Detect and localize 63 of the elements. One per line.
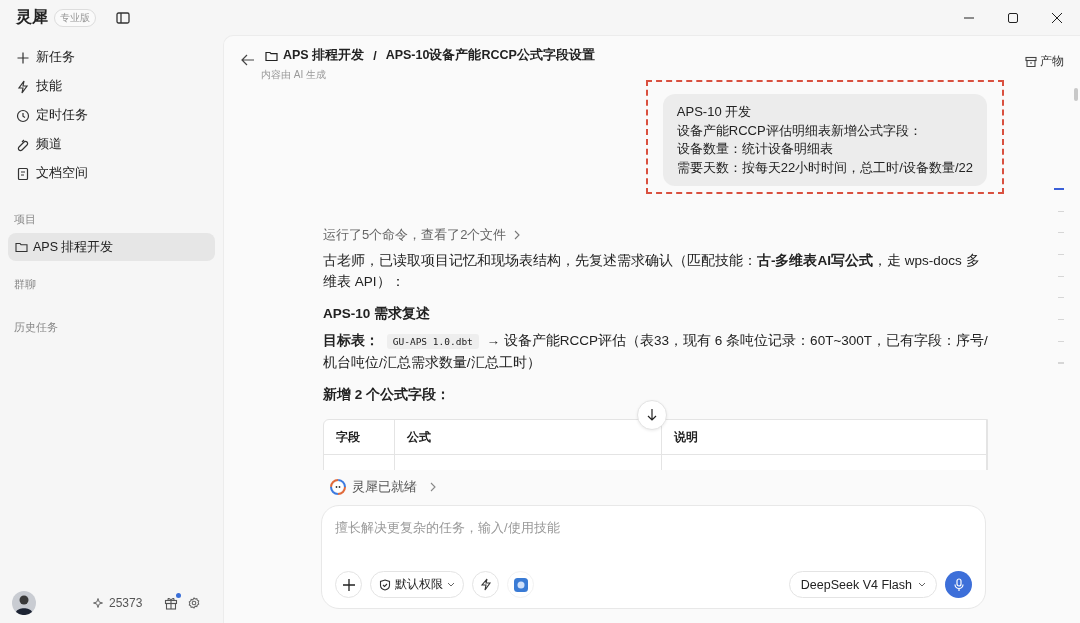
agent-status[interactable]: 灵犀已就绪 (321, 476, 986, 498)
app-button[interactable] (507, 571, 534, 598)
scroll-down-button[interactable] (637, 400, 667, 430)
nav-item[interactable]: 频道 (8, 130, 215, 159)
tool-summary-link[interactable]: 运行了5个命令，查看了2个文件 (323, 226, 988, 244)
nav-item[interactable]: 新任务 (8, 43, 215, 72)
lightning-icon (16, 79, 30, 94)
caret-icon (918, 581, 926, 588)
gift-icon[interactable] (164, 596, 179, 610)
project-item[interactable]: APS 排程开发 (8, 233, 215, 261)
column-header: 说明 (662, 420, 987, 455)
nav-item[interactable]: 文档空间 (8, 159, 215, 188)
skills-button[interactable] (472, 571, 499, 598)
response-paragraph: 古老师，已读取项目记忆和现场表结构，先复述需求确认（匹配技能：古-多维表AI写公式，走 wps-docs 多维表 API）： (323, 252, 981, 291)
scrollbar-thumb[interactable] (1074, 88, 1078, 101)
edition-badge: 专业版 (54, 8, 96, 27)
attach-button[interactable] (335, 571, 362, 598)
message-input[interactable]: 擅长解决更复杂的任务，输入/使用技能 默认权限 DeepSeek V4 Flash (321, 505, 986, 609)
section-label: 群聊 (13, 277, 37, 292)
avatar[interactable] (12, 591, 36, 615)
breadcrumb-separator: / (373, 48, 377, 63)
permission-dropdown[interactable]: 默认权限 (370, 571, 464, 598)
sidebar-toggle-icon[interactable] (116, 11, 130, 24)
lightning-icon (479, 578, 492, 591)
folder-icon (15, 241, 28, 253)
response-heading: APS-10 需求复述 (323, 305, 432, 323)
settings-icon[interactable] (188, 597, 201, 609)
conversation-title: APS-10设备产能RCCP公式字段设置 (385, 47, 595, 64)
back-arrow-icon[interactable] (241, 54, 255, 66)
clock-icon (16, 108, 30, 123)
voice-input-button[interactable] (945, 571, 972, 598)
response-heading: 新增 2 个公式字段： (323, 386, 451, 404)
breadcrumb-link[interactable]: APS 排程开发 (265, 47, 365, 64)
artifacts-button[interactable]: 产物 (1023, 51, 1066, 72)
link-icon (16, 137, 30, 152)
section-label: 历史任务 (13, 320, 59, 335)
caret-icon (447, 581, 455, 588)
plus-icon (342, 578, 355, 591)
plus-icon (16, 50, 30, 65)
app-logo: 灵犀 (16, 7, 48, 27)
document-icon (16, 166, 30, 181)
model-dropdown[interactable]: DeepSeek V4 Flash (788, 571, 937, 598)
nav-item[interactable]: 定时任务 (8, 101, 215, 130)
arrow-down-icon (647, 409, 657, 421)
column-header: 字段 (324, 420, 395, 455)
sparkle-icon (92, 597, 104, 609)
close-icon[interactable] (1052, 12, 1062, 23)
chevron-right-icon (513, 230, 522, 240)
ai-notice: 内容由 AI 生成 (261, 68, 327, 82)
response-paragraph: 目标表： GU-APS 1.0.dbt → 设备产能RCCP评估（表33，现有 6 条吨位记录：60T~300T，已有字段：序号/机台吨位/汇总需求数量/汇总工时） (323, 332, 988, 372)
maximize-icon[interactable] (1008, 12, 1018, 23)
section-label: 项目 (13, 212, 37, 227)
nav-item[interactable]: 技能 (8, 72, 215, 101)
assistant-logo-icon (330, 479, 346, 495)
microphone-icon (953, 577, 964, 592)
app-icon (513, 577, 528, 592)
points-button[interactable]: 25373 (88, 593, 147, 613)
archive-box-icon (1025, 55, 1037, 68)
folder-icon (265, 49, 278, 62)
chevron-right-icon (429, 482, 437, 492)
user-message: APS-10 开发 设备产能RCCP评估明细表新增公式字段： 设备数量：统计设备明细表 需要天数：按每天22小时时间，总工时/设备数量/22 (662, 94, 987, 186)
shield-icon (379, 578, 391, 591)
code-chip: GU-APS 1.0.dbt (386, 334, 479, 349)
